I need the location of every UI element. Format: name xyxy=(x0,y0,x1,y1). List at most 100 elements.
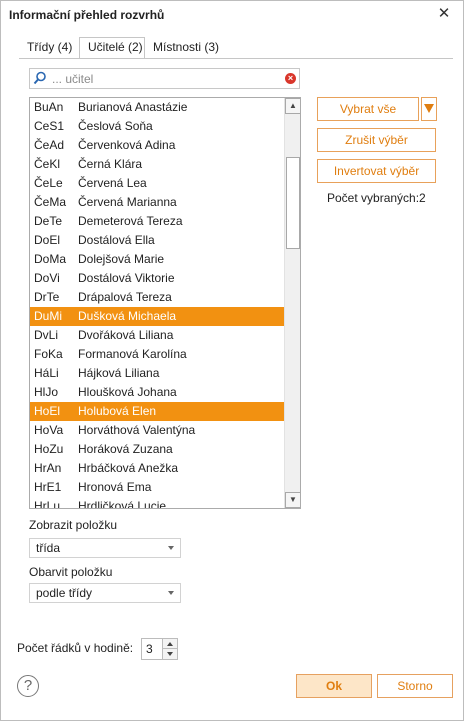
teacher-code: HoZu xyxy=(34,442,64,456)
teacher-code: HrLu xyxy=(34,499,61,509)
teacher-name: Drápalová Tereza xyxy=(78,290,172,304)
tab-teachers[interactable]: Učitelé (2) xyxy=(79,37,145,59)
search-box[interactable]: × xyxy=(29,68,300,89)
teacher-code: HrAn xyxy=(34,461,62,475)
close-icon[interactable]: ✕ xyxy=(435,5,453,23)
triangle-down-icon xyxy=(424,104,434,113)
teacher-code: DvLi xyxy=(34,328,59,342)
list-item[interactable]: DvLi Dvořáková Liliana xyxy=(30,326,284,345)
teacher-code: ČeLe xyxy=(34,176,63,190)
teacher-name: Dvořáková Liliana xyxy=(78,328,174,342)
rows-per-hour-label: Počet řádků v hodině: xyxy=(17,641,134,655)
list-item[interactable]: CeS1 Česlová Soňa xyxy=(30,117,284,136)
teacher-name: Hloušková Johana xyxy=(78,385,177,399)
teacher-code: DoEl xyxy=(34,233,61,247)
list-item[interactable]: DoMa Dolejšová Marie xyxy=(30,250,284,269)
color-item-value: podle třídy xyxy=(36,586,93,600)
teacher-name: Hronová Ema xyxy=(78,480,152,494)
clear-search-icon[interactable]: × xyxy=(285,73,296,84)
invert-selection-button[interactable]: Invertovat výběr xyxy=(317,159,436,183)
display-item-value: třída xyxy=(36,541,61,555)
list-item[interactable]: HlJo Hloušková Johana xyxy=(30,383,284,402)
teacher-name: Hájková Liliana xyxy=(78,366,160,380)
teacher-code: ČeMa xyxy=(34,195,67,209)
teacher-name: Červená Lea xyxy=(78,176,147,190)
tab-divider xyxy=(19,58,453,59)
list-item[interactable]: DuMi Dušková Michaela xyxy=(30,307,284,326)
teacher-code: HáLi xyxy=(34,366,59,380)
list-item[interactable]: HrE1 Hronová Ema xyxy=(30,478,284,497)
display-item-select[interactable]: třída xyxy=(29,538,181,558)
select-all-button[interactable]: Vybrat vše xyxy=(317,97,419,121)
dialog-title: Informační přehled rozvrhů xyxy=(9,8,165,22)
teacher-code: DrTe xyxy=(34,290,60,304)
teacher-name: Dolejšová Marie xyxy=(78,252,165,266)
teacher-code: FoKa xyxy=(34,347,63,361)
teacher-name: Hrdličková Lucie xyxy=(78,499,167,509)
selected-count-value: 2 xyxy=(419,191,426,205)
search-icon xyxy=(33,71,46,85)
list-scrollbar[interactable]: ▲ ▼ xyxy=(284,98,300,508)
teacher-name: Holubová Elen xyxy=(78,404,157,418)
cancel-button[interactable]: Storno xyxy=(377,674,453,698)
teacher-name: Horáková Zuzana xyxy=(78,442,173,456)
dialog-window: Informační přehled rozvrhů ✕ Třídy (4) U… xyxy=(0,0,464,721)
teacher-code: DeTe xyxy=(34,214,63,228)
list-item[interactable]: ČeAd Červenková Adina xyxy=(30,136,284,155)
search-input[interactable] xyxy=(52,70,282,87)
teacher-name: Formanová Karolína xyxy=(78,347,187,361)
teacher-name: Černá Klára xyxy=(78,157,143,171)
tab-rooms[interactable]: Místnosti (3) xyxy=(145,38,231,59)
list-item[interactable]: HoEl Holubová Elen xyxy=(30,402,284,421)
list-item[interactable]: ČeKl Černá Klára xyxy=(30,155,284,174)
scroll-down-icon[interactable]: ▼ xyxy=(285,492,300,508)
stepper-up-icon[interactable] xyxy=(162,639,177,649)
rows-per-hour-value[interactable]: 3 xyxy=(146,642,153,656)
tab-classes[interactable]: Třídy (4) xyxy=(19,38,78,59)
teacher-code: HlJo xyxy=(34,385,59,399)
chevron-down-icon xyxy=(168,591,174,595)
teacher-code: HrE1 xyxy=(34,480,62,494)
list-item[interactable]: HoVa Horváthová Valentýna xyxy=(30,421,284,440)
list-item[interactable]: HrAn Hrbáčková Anežka xyxy=(30,459,284,478)
list-item[interactable]: HrLu Hrdličková Lucie xyxy=(30,497,284,509)
teacher-name: Červenková Adina xyxy=(78,138,176,152)
list-item[interactable]: DoEl Dostálová Ella xyxy=(30,231,284,250)
ok-button[interactable]: Ok xyxy=(296,674,372,698)
teacher-code: DoVi xyxy=(34,271,60,285)
color-item-label: Obarvit položku xyxy=(29,565,113,579)
help-icon[interactable]: ? xyxy=(17,675,39,697)
teacher-name: Dostálová Ella xyxy=(78,233,155,247)
list-item[interactable]: HoZu Horáková Zuzana xyxy=(30,440,284,459)
list-item[interactable]: DeTe Demeterová Tereza xyxy=(30,212,284,231)
teacher-name: Červená Marianna xyxy=(78,195,177,209)
list-item[interactable]: DrTe Drápalová Tereza xyxy=(30,288,284,307)
list-item[interactable]: DoVi Dostálová Viktorie xyxy=(30,269,284,288)
color-item-select[interactable]: podle třídy xyxy=(29,583,181,603)
selected-count-label: Počet vybraných: xyxy=(327,191,420,205)
list-item[interactable]: ČeLe Červená Lea xyxy=(30,174,284,193)
list-item[interactable]: ČeMa Červená Marianna xyxy=(30,193,284,212)
teacher-name: Demeterová Tereza xyxy=(78,214,183,228)
select-options-dropdown-button[interactable] xyxy=(421,97,437,121)
scroll-up-icon[interactable]: ▲ xyxy=(285,98,300,114)
list-item[interactable]: FoKa Formanová Karolína xyxy=(30,345,284,364)
teacher-code: DoMa xyxy=(34,252,67,266)
teacher-name: Dostálová Viktorie xyxy=(78,271,175,285)
teacher-code: BuAn xyxy=(34,100,64,114)
clear-selection-button[interactable]: Zrušit výběr xyxy=(317,128,436,152)
teacher-list-items: BuAn Burianová Anastázie CeS1 Česlová Soňa Č… xyxy=(30,98,284,509)
teacher-name: Horváthová Valentýna xyxy=(78,423,196,437)
teacher-code: HoEl xyxy=(34,404,61,418)
teacher-code: DuMi xyxy=(34,309,63,323)
list-item[interactable]: BuAn Burianová Anastázie xyxy=(30,98,284,117)
teacher-name: Dušková Michaela xyxy=(78,309,177,323)
stepper-down-icon[interactable] xyxy=(162,649,177,659)
chevron-down-icon xyxy=(168,546,174,550)
scrollbar-thumb[interactable] xyxy=(286,157,300,249)
list-item[interactable]: HáLi Hájková Liliana xyxy=(30,364,284,383)
teacher-name: Česlová Soňa xyxy=(78,119,153,133)
rows-per-hour-stepper[interactable]: 3 xyxy=(141,638,178,660)
teacher-list[interactable]: BuAn Burianová Anastázie CeS1 Česlová Soňa Č… xyxy=(29,97,301,509)
teacher-code: ČeAd xyxy=(34,138,65,152)
